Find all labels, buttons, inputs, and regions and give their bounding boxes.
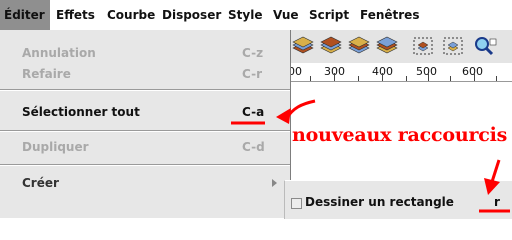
annotation-label: nouveaux raccourcis xyxy=(292,124,508,146)
arrow-down-icon xyxy=(484,159,501,195)
annotation-layer xyxy=(231,99,510,213)
arrow-left-icon xyxy=(276,99,316,124)
